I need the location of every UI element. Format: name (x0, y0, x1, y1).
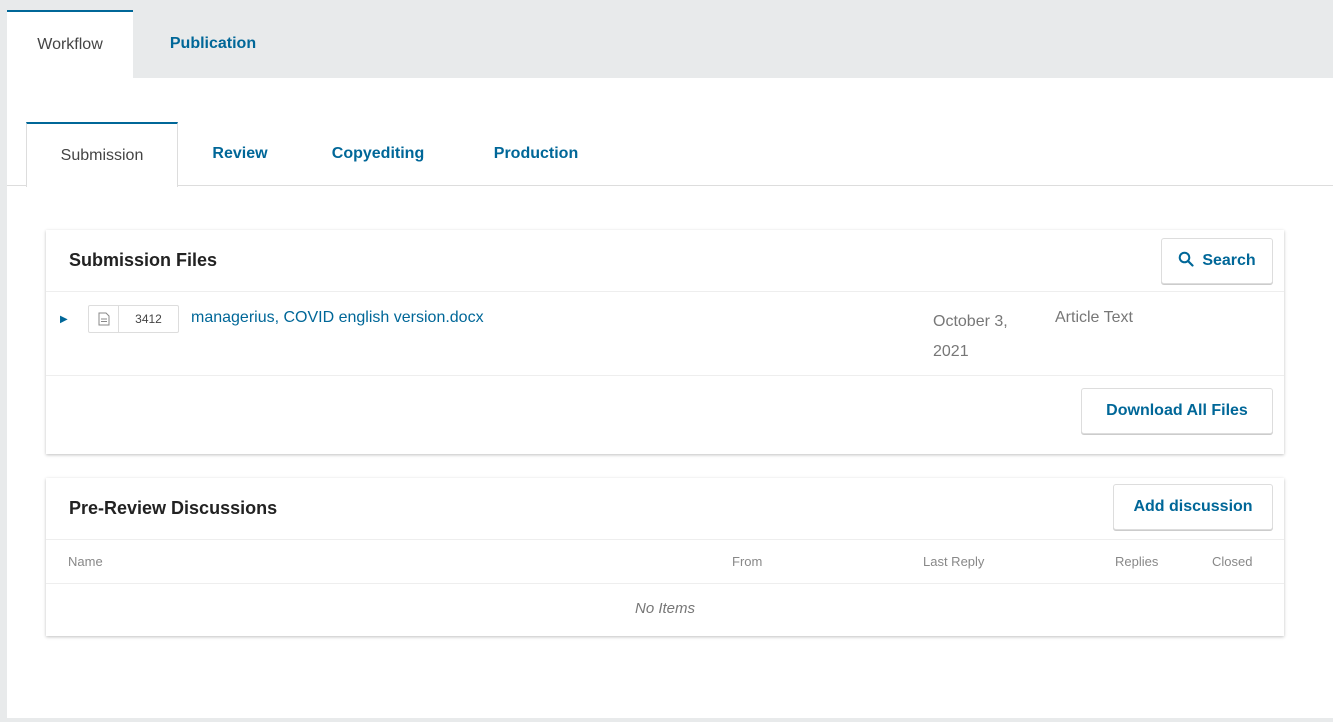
app-frame: Workflow Publication Submission Review C… (0, 0, 1333, 722)
discussion-columns: Name From Last Reply Replies Closed (46, 540, 1284, 584)
discussions-title: Pre-Review Discussions (69, 498, 278, 518)
add-discussion-button[interactable]: Add discussion (1113, 484, 1273, 530)
download-all-files-button[interactable]: Download All Files (1081, 388, 1273, 434)
triangle-right-icon[interactable]: ▶ (60, 314, 68, 325)
file-name-link[interactable]: managerius, COVID english version.docx (191, 309, 484, 327)
tab-workflow[interactable]: Workflow (7, 10, 133, 78)
column-closed: Closed (1212, 554, 1253, 569)
file-id: 3412 (135, 312, 162, 326)
file-row: ▶ 3412 managerius, COVID english version… (46, 292, 1284, 376)
top-tabs: Workflow Publication (0, 0, 1333, 78)
search-button[interactable]: Search (1161, 238, 1273, 284)
submission-files-panel: Submission Files Search ▶ 3412 manageriu… (46, 230, 1284, 454)
submission-files-title: Submission Files (69, 250, 218, 270)
empty-message: No Items (634, 600, 695, 617)
column-replies: Replies (1115, 554, 1159, 569)
file-type: Article Text (1055, 309, 1133, 326)
discussions-header: Pre-Review Discussions Add discussion (46, 478, 1284, 540)
tab-submission[interactable]: Submission (26, 122, 178, 187)
tab-publication[interactable]: Publication (148, 10, 278, 78)
workflow-panel: Submission Review Copyediting Production… (7, 78, 1333, 718)
pre-review-discussions-panel: Pre-Review Discussions Add discussion Na… (46, 478, 1284, 636)
column-name: Name (68, 554, 103, 569)
tab-review[interactable]: Review (197, 122, 283, 186)
submission-files-header: Submission Files Search (46, 230, 1284, 292)
column-from: From (732, 554, 763, 569)
sub-tabs: Submission Review Copyediting Production (7, 78, 1333, 187)
search-label: Search (1202, 252, 1256, 269)
document-icon (89, 306, 119, 332)
file-date: October 3, 2021 (933, 313, 1008, 360)
file-badge: 3412 (88, 305, 179, 333)
tab-copyediting[interactable]: Copyediting (311, 122, 445, 186)
tab-production[interactable]: Production (473, 122, 599, 186)
column-last-reply: Last Reply (923, 554, 985, 569)
search-icon (1178, 251, 1194, 272)
